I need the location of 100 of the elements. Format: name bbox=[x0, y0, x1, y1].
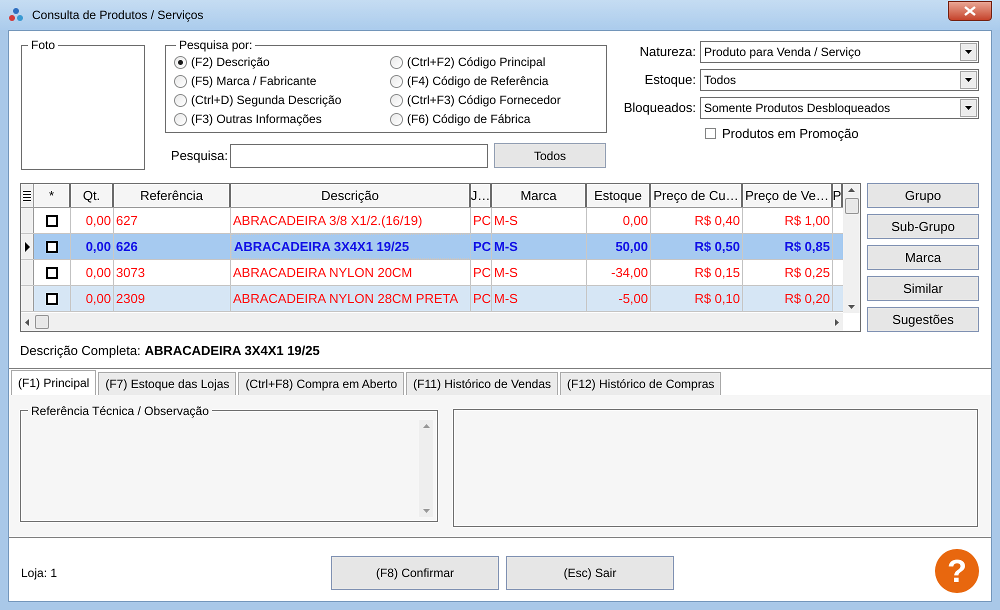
radio-button[interactable] bbox=[390, 74, 403, 88]
radio-label[interactable]: (Ctrl+D) Segunda Descrição bbox=[191, 91, 342, 109]
radio-label[interactable]: (Ctrl+F2) Código Principal bbox=[407, 53, 546, 71]
table-cell: 0,00 bbox=[71, 234, 114, 259]
checkbox[interactable] bbox=[46, 292, 58, 304]
table-cell: R$ 0,85 bbox=[743, 234, 833, 259]
column-header[interactable]: Referência bbox=[114, 184, 231, 207]
column-header[interactable]: Estoque bbox=[587, 184, 651, 207]
close-button[interactable] bbox=[948, 1, 992, 21]
column-header[interactable]: Qt. bbox=[71, 184, 114, 207]
side-button[interactable]: Sub-Grupo bbox=[867, 214, 979, 239]
all-button[interactable]: Todos bbox=[494, 143, 606, 168]
up-arrow-icon[interactable] bbox=[848, 188, 855, 192]
column-header[interactable]: P bbox=[833, 184, 843, 207]
table-row[interactable]: 0,00 627 ABRACADEIRA 3/8 X1/2.(16/19) PC M-S 0,00 R$ 0,40 R$ 1,00 bbox=[21, 208, 843, 234]
app-icon bbox=[8, 7, 24, 23]
dropdown-field[interactable]: Todos bbox=[700, 69, 979, 91]
action-button[interactable]: (F8) Confirmar bbox=[331, 556, 499, 590]
action-button[interactable]: (Esc) Sair bbox=[506, 556, 674, 590]
table-cell: ABRACADEIRA NYLON 20CM bbox=[231, 260, 471, 285]
column-header[interactable]: * bbox=[34, 184, 71, 207]
side-button[interactable]: Grupo bbox=[867, 183, 979, 208]
side-button[interactable]: Similar bbox=[867, 276, 979, 301]
radio-button[interactable] bbox=[390, 94, 403, 106]
store-label: Loja: 1 bbox=[21, 565, 58, 582]
checkbox[interactable] bbox=[46, 240, 58, 252]
table-row[interactable]: 0,00 3073 ABRACADEIRA NYLON 20CM PC M-S -34,00 R$ 0,15 R$ 0,25 bbox=[21, 260, 843, 286]
table-row[interactable]: 0,00 626 ABRACADEIRA 3X4X1 19/25 PC M-S 50,00 R$ 0,50 R$ 0,85 bbox=[21, 234, 843, 260]
table-cell: M-S bbox=[492, 286, 587, 311]
dropdown-field[interactable]: Somente Produtos Desbloqueados bbox=[700, 97, 979, 119]
checkbox[interactable] bbox=[46, 266, 58, 278]
radio-label[interactable]: (F5) Marca / Fabricante bbox=[191, 72, 316, 90]
side-button[interactable]: Marca bbox=[867, 245, 979, 270]
horizontal-scrollbar[interactable] bbox=[21, 313, 843, 331]
close-icon bbox=[964, 6, 976, 16]
checkbox-label[interactable]: Produtos em Promoção bbox=[722, 124, 859, 144]
radio-button[interactable] bbox=[174, 112, 187, 126]
table-cell: 50,00 bbox=[587, 234, 651, 259]
radio-label[interactable]: (F2) Descrição bbox=[191, 53, 270, 71]
menu-icon[interactable] bbox=[21, 184, 34, 207]
radio-button[interactable] bbox=[390, 56, 403, 68]
window-title: Consulta de Produtos / Serviços bbox=[32, 7, 204, 24]
group-label: Pesquisa por: bbox=[178, 37, 254, 54]
table-cell: R$ 0,15 bbox=[651, 260, 743, 285]
tab[interactable]: (F7) Estoque das Lojas bbox=[98, 372, 236, 394]
radio-button[interactable] bbox=[174, 94, 187, 106]
full-description: ABRACADEIRA 3X4X1 19/25 bbox=[144, 342, 320, 360]
tab[interactable]: (F12) Histórico de Compras bbox=[560, 372, 722, 394]
side-button[interactable]: Sugestões bbox=[867, 307, 979, 332]
scroll-thumb[interactable] bbox=[35, 315, 49, 329]
table-cell: 2309 bbox=[114, 286, 231, 311]
radio-button[interactable] bbox=[174, 56, 187, 68]
search-field[interactable] bbox=[230, 144, 488, 168]
checkbox[interactable] bbox=[46, 214, 58, 226]
right-arrow-icon[interactable] bbox=[835, 318, 839, 326]
field-label: Estoque: bbox=[644, 71, 696, 90]
radio-label[interactable]: (F4) Código de Referência bbox=[407, 72, 548, 90]
field-label: Pesquisa: bbox=[170, 146, 229, 165]
row-indicator bbox=[21, 286, 34, 311]
radio-label[interactable]: (Ctrl+F3) Código Fornecedor bbox=[407, 91, 561, 109]
dropdown-field[interactable]: Produto para Venda / Serviço bbox=[700, 41, 979, 63]
row-indicator bbox=[21, 260, 34, 285]
column-header[interactable]: J… bbox=[471, 184, 492, 207]
table-cell: 3073 bbox=[114, 260, 231, 285]
vertical-scrollbar[interactable] bbox=[843, 184, 860, 313]
group-label: Referência Técnica / Observação bbox=[30, 402, 210, 420]
table-cell: M-S bbox=[492, 260, 587, 285]
radio-button[interactable] bbox=[174, 74, 187, 88]
table-cell: M-S bbox=[492, 234, 587, 259]
caret-icon bbox=[960, 99, 977, 117]
caret-icon bbox=[960, 43, 977, 61]
scroll-thumb[interactable] bbox=[844, 198, 858, 214]
field-label: Descrição Completa: bbox=[20, 342, 141, 360]
table-cell: R$ 1,00 bbox=[743, 208, 833, 233]
radio-button[interactable] bbox=[390, 112, 403, 126]
tab[interactable]: (F1) Principal bbox=[11, 370, 96, 394]
tab[interactable]: (F11) Histórico de Vendas bbox=[406, 372, 558, 394]
table-cell: ABRACADEIRA 3X4X1 19/25 bbox=[231, 234, 471, 259]
field-label: Natureza: bbox=[640, 43, 696, 62]
table-cell: -34,00 bbox=[587, 260, 651, 285]
table-cell: R$ 0,10 bbox=[651, 286, 743, 311]
radio-label[interactable]: (F3) Outras Informações bbox=[191, 110, 322, 128]
table-cell: 0,00 bbox=[71, 286, 114, 311]
down-arrow-icon[interactable] bbox=[848, 305, 855, 309]
column-header[interactable]: Preço de Ve… bbox=[743, 184, 833, 207]
column-header[interactable]: Descrição bbox=[231, 184, 471, 207]
table-cell: M-S bbox=[492, 208, 587, 233]
tab[interactable]: (Ctrl+F8) Compra em Aberto bbox=[238, 372, 404, 394]
table-cell: 626 bbox=[114, 234, 231, 259]
table-cell: R$ 0,20 bbox=[743, 286, 833, 311]
table-cell: PC bbox=[471, 286, 492, 311]
table-cell: PC bbox=[471, 260, 492, 285]
radio-label[interactable]: (F6) Código de Fábrica bbox=[407, 110, 530, 128]
column-header[interactable]: Preço de Cu… bbox=[651, 184, 743, 207]
caret-icon bbox=[960, 71, 977, 89]
table-cell: 0,00 bbox=[71, 208, 114, 233]
column-header[interactable]: Marca bbox=[492, 184, 587, 207]
left-arrow-icon[interactable] bbox=[25, 318, 29, 326]
table-cell: -5,00 bbox=[587, 286, 651, 311]
checkbox[interactable] bbox=[705, 128, 716, 140]
